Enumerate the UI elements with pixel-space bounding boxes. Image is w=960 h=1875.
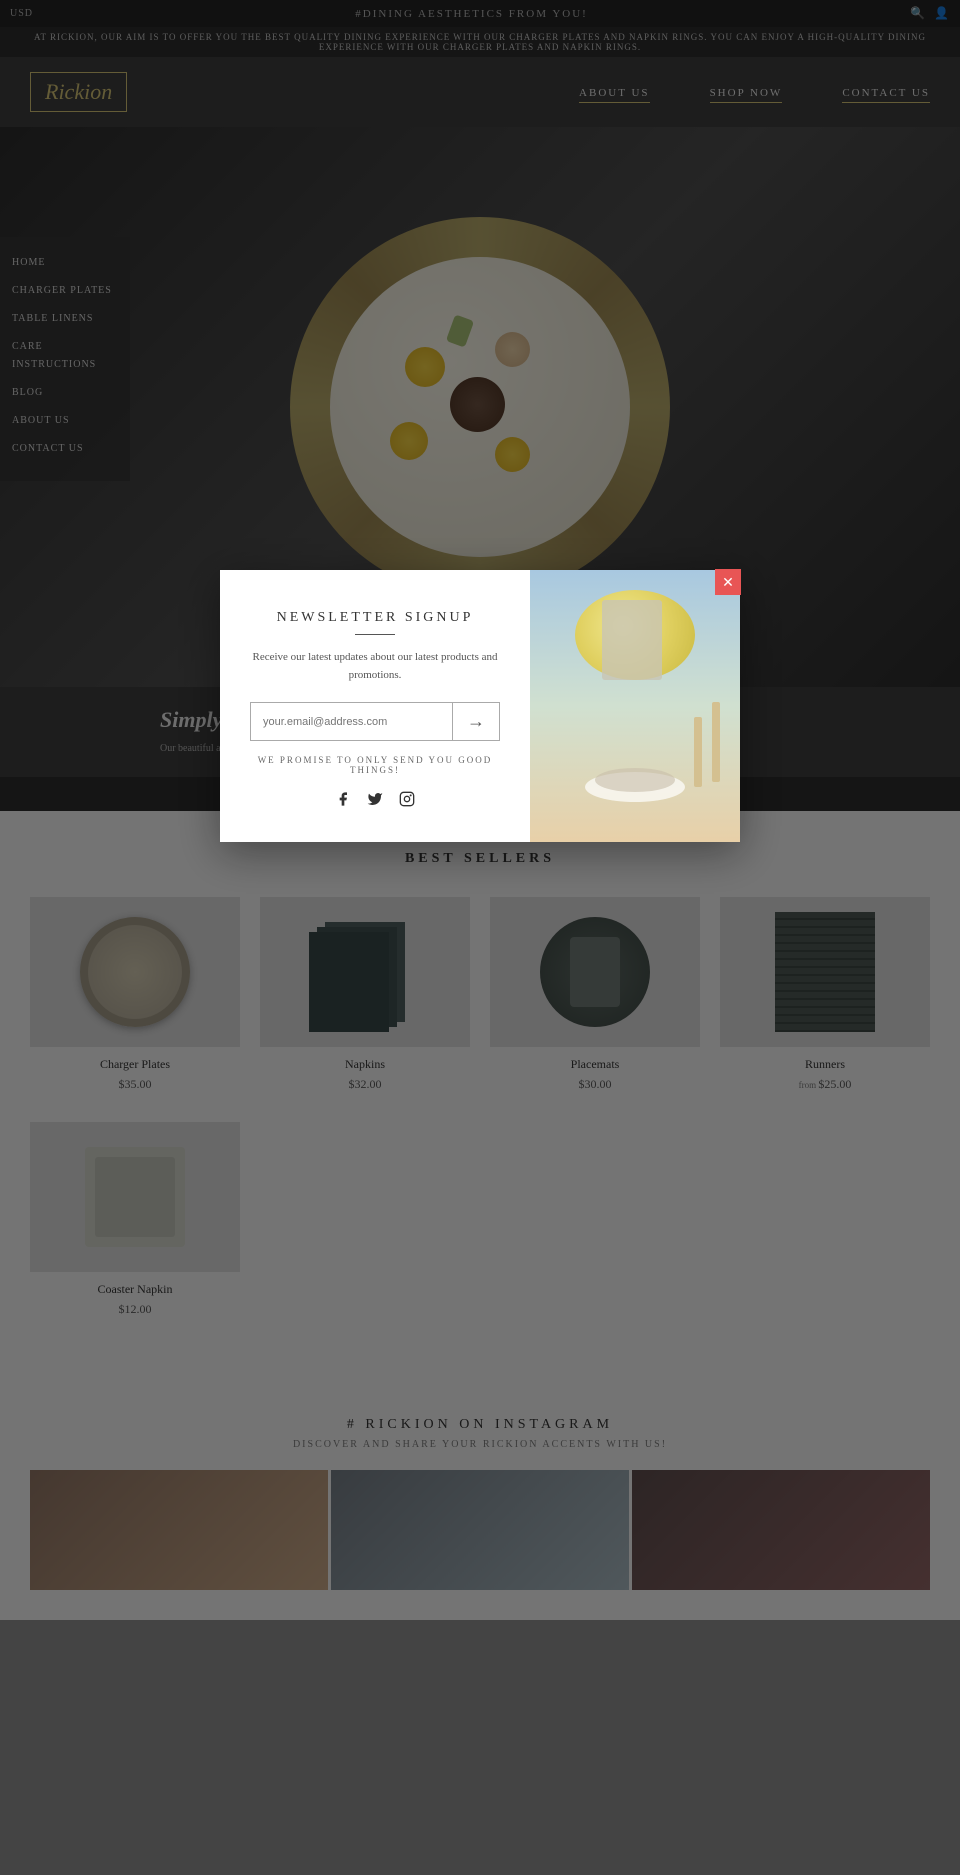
instagram-social-icon[interactable] [399, 791, 415, 812]
email-input[interactable] [251, 703, 452, 740]
modal-right-image [530, 570, 740, 842]
modal-divider [355, 634, 395, 635]
modal-title: NEWSLETTER SIGNUP [277, 610, 474, 626]
table-plate-2 [595, 768, 675, 792]
twitter-icon[interactable] [367, 791, 383, 812]
promise-text: WE PROMISE TO ONLY SEND YOU GOOD THINGS! [250, 755, 500, 775]
modal-description: Receive our latest updates about our lat… [250, 649, 500, 684]
email-form: → [250, 702, 500, 741]
candle-stick-2 [694, 717, 702, 787]
modal-close-button[interactable]: ✕ [715, 569, 741, 595]
social-icons [335, 791, 415, 812]
vase-visual [602, 600, 662, 680]
email-submit-button[interactable]: → [452, 703, 499, 740]
candle-stick-1 [712, 702, 720, 782]
facebook-icon[interactable] [335, 791, 351, 812]
modal-left-panel: NEWSLETTER SIGNUP Receive our latest upd… [220, 570, 530, 842]
newsletter-modal: ✕ NEWSLETTER SIGNUP Receive our latest u… [220, 570, 740, 842]
modal-overlay: ✕ NEWSLETTER SIGNUP Receive our latest u… [0, 0, 960, 1875]
